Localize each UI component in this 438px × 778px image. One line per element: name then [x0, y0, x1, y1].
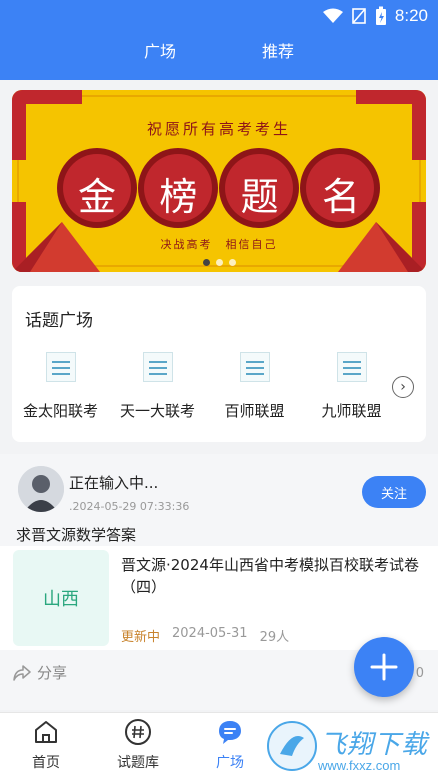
chat-icon [219, 721, 241, 744]
topic-item[interactable]: 天一大联考 [109, 352, 206, 421]
watermark-url: www.fxxz.com [318, 758, 401, 773]
carousel-dot[interactable] [215, 259, 223, 266]
comment-count: 0 [415, 666, 424, 681]
topic-item[interactable]: 金太阳联考 [12, 352, 109, 421]
topic-name: 九师联盟 [321, 402, 382, 420]
document-status: 更新中 [121, 630, 161, 645]
topic-plaza-card: 话题广场 金太阳联考 天一大联考 百师联盟 九师联盟 › [12, 286, 426, 442]
chevron-right-icon[interactable]: › [392, 376, 414, 398]
add-post-button[interactable] [354, 637, 414, 697]
topic-name: 金太阳联考 [22, 402, 98, 420]
banner-top-text: 祝愿所有高考考生 [146, 120, 291, 138]
topic-name: 天一大联考 [119, 402, 195, 420]
document-title: 晋文源·2024年山西省中考模拟百校联考试卷（四） [121, 556, 419, 596]
share-button[interactable]: 分享 [13, 662, 67, 683]
topic-item[interactable]: 百师联盟 [206, 352, 303, 421]
hash-icon [125, 719, 151, 745]
avatar[interactable] [18, 466, 64, 512]
attached-document[interactable]: 山西 晋文源·2024年山西省中考模拟百校联考试卷（四） 更新中 2024-05… [0, 546, 438, 650]
topic-name: 百师联盟 [224, 402, 285, 420]
share-label: 分享 [37, 664, 68, 682]
topic-thumbnail [239, 352, 270, 382]
follow-button[interactable]: 关注 [362, 476, 426, 508]
post-author: 正在输入中... [69, 474, 159, 492]
tab-recommend[interactable]: 推荐 [256, 36, 300, 64]
banner-char: 榜 [159, 175, 198, 219]
topic-thumbnail [336, 352, 367, 382]
plus-icon [370, 653, 398, 681]
banner-char: 题 [240, 175, 279, 219]
nav-label: 试题库 [117, 755, 159, 771]
wifi-icon [322, 8, 343, 23]
carousel-indicator [12, 259, 426, 266]
battery-icon [375, 6, 386, 25]
topic-item[interactable]: 九师联盟 [303, 352, 400, 421]
topic-thumbnail [142, 352, 173, 382]
clock: 8:20 [394, 6, 428, 25]
post-time: .2024-05-29 07:33:36 [69, 500, 190, 513]
banner-title: 金 榜 题 名 [57, 166, 381, 221]
document-views: 29人 [259, 630, 290, 645]
document-date: 2024-05-31 [172, 626, 248, 641]
topic-list: 金太阳联考 天一大联考 百师联盟 九师联盟 [12, 352, 402, 421]
status-bar: 8:20 [322, 5, 428, 27]
nav-question-bank[interactable]: 试题库 [92, 713, 184, 778]
banner-bottom-text: 决战高考 相信自己 [160, 238, 278, 251]
banner-char: 金 [77, 175, 116, 219]
signal-icon [352, 8, 366, 24]
home-icon [35, 721, 57, 743]
header-tabs: 广场 推荐 [0, 36, 438, 64]
post-question: 求晋文源数学答案 [16, 526, 137, 544]
banner-carousel[interactable]: 祝愿所有高考考生 金 榜 题 名 决战高考 相信自己 [12, 90, 426, 272]
watermark-text: 飞翔下载 [320, 730, 429, 760]
tab-plaza[interactable]: 广场 [138, 36, 182, 64]
carousel-dot[interactable] [228, 259, 236, 266]
topic-thumbnail [45, 352, 76, 382]
header-bar: 8:20 广场 推荐 [0, 0, 438, 80]
document-thumbnail: 山西 [13, 550, 109, 646]
carousel-dot[interactable] [202, 259, 210, 266]
nav-label: 首页 [32, 755, 60, 771]
document-meta: 更新中 2024-05-31 29人 [121, 626, 289, 645]
share-icon [13, 664, 31, 681]
nav-home[interactable]: 首页 [0, 713, 92, 778]
topic-plaza-title: 话题广场 [25, 311, 93, 331]
watermark-logo: 飞翔下载 www.fxxz.com [262, 714, 438, 778]
banner-char: 名 [321, 175, 360, 219]
nav-label: 广场 [216, 755, 244, 771]
